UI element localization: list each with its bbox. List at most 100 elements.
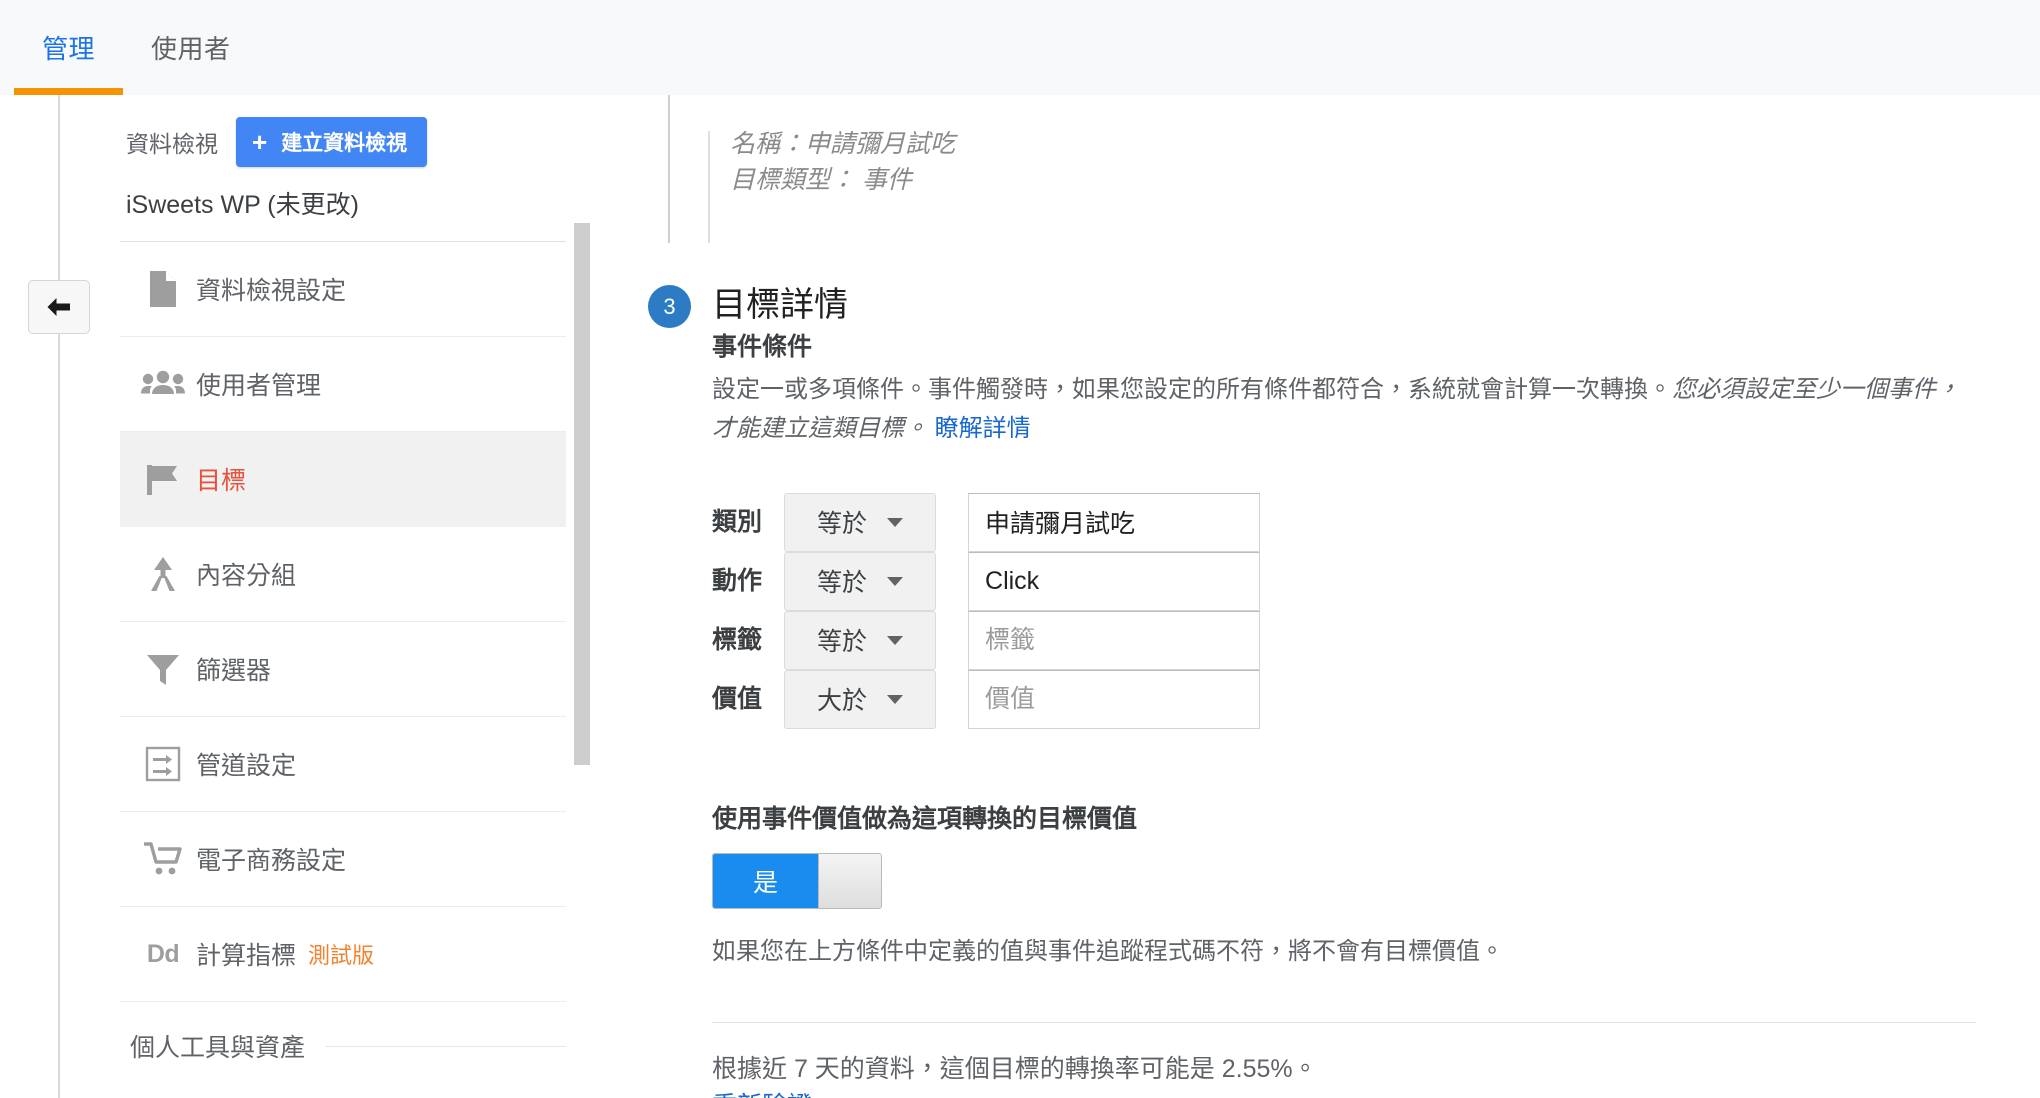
sidebar-item-goals[interactable]: 目標 [120, 432, 566, 527]
sidebar-item-label: 內容分組 [196, 562, 297, 590]
sidebar-section-divider [325, 1045, 566, 1047]
condition-row: 標籤 等於 [712, 610, 1261, 670]
sidebar-item-channel-settings[interactable]: 管道設定 [120, 717, 566, 812]
sidebar-item-label: 電子商務設定 [196, 847, 347, 875]
dd-icon: Dd [146, 939, 180, 968]
sidebar-scrollbar-thumb[interactable] [574, 223, 590, 765]
chevron-down-icon [887, 694, 904, 704]
plus-icon: + [252, 127, 268, 157]
sidebar-item-user-management[interactable]: 使用者管理 [120, 337, 566, 432]
condition-value-cell [936, 610, 1261, 670]
category-value-input[interactable] [968, 492, 1261, 552]
condition-label: 類別 [712, 507, 763, 536]
use-event-value-note: 如果您在上方條件中定義的值與事件追蹤程式碼不符，將不會有目標價值。 [712, 937, 1504, 965]
learn-more-link[interactable]: 瞭解詳情 [935, 415, 1031, 442]
operator-label: 等於 [817, 569, 868, 598]
value-value-input[interactable] [968, 669, 1261, 729]
main-content: 名稱：申請彌月試吃 目標類型： 事件 3 目標詳情 事件條件 設定一或多項條件。… [640, 95, 2040, 1098]
condition-operator-cell: 等於 [784, 610, 937, 670]
toggle-on-label: 是 [713, 853, 818, 908]
sidebar-item-label: 資料檢視設定 [196, 277, 347, 305]
label-operator-select[interactable]: 等於 [784, 610, 937, 670]
content-grouping-icon [130, 555, 196, 593]
sidebar-item-filters[interactable]: 篩選器 [120, 622, 566, 717]
step-number-badge: 3 [648, 285, 691, 328]
goal-summary: 名稱：申請彌月試吃 目標類型： 事件 [730, 127, 955, 198]
verification-text: 根據近 7 天的資料，這個目標的轉換率可能是 2.55%。 [712, 1054, 1318, 1083]
sidebar-item-content-grouping[interactable]: 內容分組 [120, 527, 566, 622]
chevron-down-icon [887, 635, 904, 645]
use-event-value-toggle[interactable]: 是 [712, 852, 882, 909]
people-icon [130, 370, 196, 398]
create-view-button-label: 建立資料檢視 [281, 132, 408, 155]
create-view-button[interactable]: + 建立資料檢視 [236, 117, 428, 167]
chevron-down-icon [887, 517, 904, 527]
goal-name-label: 名稱： [730, 130, 806, 158]
sidebar-section-header-label: 個人工具與資產 [130, 1034, 306, 1062]
use-event-value-heading: 使用事件價值做為這項轉換的目標價值 [712, 804, 1138, 833]
sidebar-item-label: 計算指標 [196, 942, 297, 970]
sidebar-header-label: 資料檢視 [126, 131, 218, 157]
flag-icon [130, 460, 196, 498]
condition-label: 動作 [712, 566, 763, 595]
operator-label: 等於 [817, 628, 868, 657]
goal-name-value: 申請彌月試吃 [805, 130, 956, 158]
summary-accent-bar [708, 131, 710, 243]
condition-operator-cell: 等於 [784, 492, 937, 552]
goal-details-panel: 事件條件 設定一或多項條件。事件觸發時，如果您設定的所有條件都符合，系統就會計算… [712, 327, 2000, 1098]
goal-type-label: 目標類型： [730, 165, 856, 194]
condition-row: 動作 等於 [712, 551, 1261, 611]
top-tab-bar: 管理 使用者 [0, 0, 2040, 95]
page-body: 資料檢視 + 建立資料檢視 iSweets WP (未更改) 資料檢視設定 使用… [0, 95, 2040, 1098]
condition-label: 標籤 [712, 625, 763, 654]
section-divider [712, 1021, 1976, 1023]
page-title: 目標詳情 [712, 286, 848, 324]
sidebar-item-ecommerce-settings[interactable]: 電子商務設定 [120, 812, 566, 907]
operator-label: 等於 [817, 510, 868, 539]
sidebar-header: 資料檢視 + 建立資料檢視 [120, 95, 580, 167]
sidebar-item-calculated-metrics[interactable]: Dd 計算指標 測試版 [120, 907, 566, 1002]
operator-label: 大於 [817, 687, 868, 716]
status-badge: 測試版 [308, 943, 375, 968]
sidebar-nav-list: 資料檢視設定 使用者管理 目標 內容分組 篩選器 管道設定 電子商務設定 Dd … [120, 242, 580, 1002]
shopping-cart-icon [130, 841, 196, 877]
goal-type-value: 事件 [861, 165, 912, 194]
tab-users-label: 使用者 [151, 34, 231, 64]
condition-row: 價值 大於 [712, 669, 1261, 729]
verification-block: 根據近 7 天的資料，這個目標的轉換率可能是 2.55%。 重新驗證 [712, 1051, 2000, 1098]
funnel-icon [130, 651, 196, 687]
condition-operator-cell: 等於 [784, 551, 937, 611]
label-value-input[interactable] [968, 610, 1261, 670]
condition-operator-cell: 大於 [784, 669, 937, 729]
sidebar-item-label: 目標 [196, 467, 247, 495]
goal-summary-type-row: 目標類型： 事件 [730, 163, 955, 199]
current-view-name[interactable]: iSweets WP (未更改) [120, 167, 580, 241]
description-text: 設定一或多項條件。事件觸發時，如果您設定的所有條件都符合，系統就會計算一次轉換。 [712, 376, 1672, 403]
chevron-down-icon [887, 576, 904, 586]
tab-admin[interactable]: 管理 [14, 0, 124, 95]
action-value-input[interactable] [968, 551, 1261, 611]
tab-admin-label: 管理 [42, 34, 96, 64]
left-rail-line [58, 95, 60, 1098]
sidebar-item-view-settings[interactable]: 資料檢視設定 [120, 242, 566, 337]
sidebar-section-header: 個人工具與資產 [120, 1002, 580, 1064]
event-conditions-description: 設定一或多項條件。事件觸發時，如果您設定的所有條件都符合，系統就會計算一次轉換。… [712, 371, 1972, 449]
reverify-link[interactable]: 重新驗證 [712, 1088, 2000, 1098]
tab-users[interactable]: 使用者 [123, 0, 259, 95]
collapse-sidebar-button[interactable] [28, 280, 90, 334]
action-operator-select[interactable]: 等於 [784, 551, 937, 611]
condition-value-cell [936, 551, 1261, 611]
document-icon [130, 270, 196, 308]
condition-row: 類別 等於 [712, 492, 1261, 552]
toggle-knob[interactable] [818, 853, 881, 908]
category-operator-select[interactable]: 等於 [784, 492, 937, 552]
sidebar-item-label: 篩選器 [196, 657, 272, 685]
channel-settings-icon [130, 745, 196, 783]
sidebar-item-label: 管道設定 [196, 752, 297, 780]
condition-value-cell [936, 669, 1261, 729]
event-conditions-heading: 事件條件 [712, 333, 813, 361]
value-operator-select[interactable]: 大於 [784, 669, 937, 729]
sidebar-item-label: 使用者管理 [196, 372, 322, 400]
event-conditions-table: 類別 等於 動作 [712, 492, 1261, 729]
sidebar: 資料檢視 + 建立資料檢視 iSweets WP (未更改) 資料檢視設定 使用… [120, 95, 580, 1098]
